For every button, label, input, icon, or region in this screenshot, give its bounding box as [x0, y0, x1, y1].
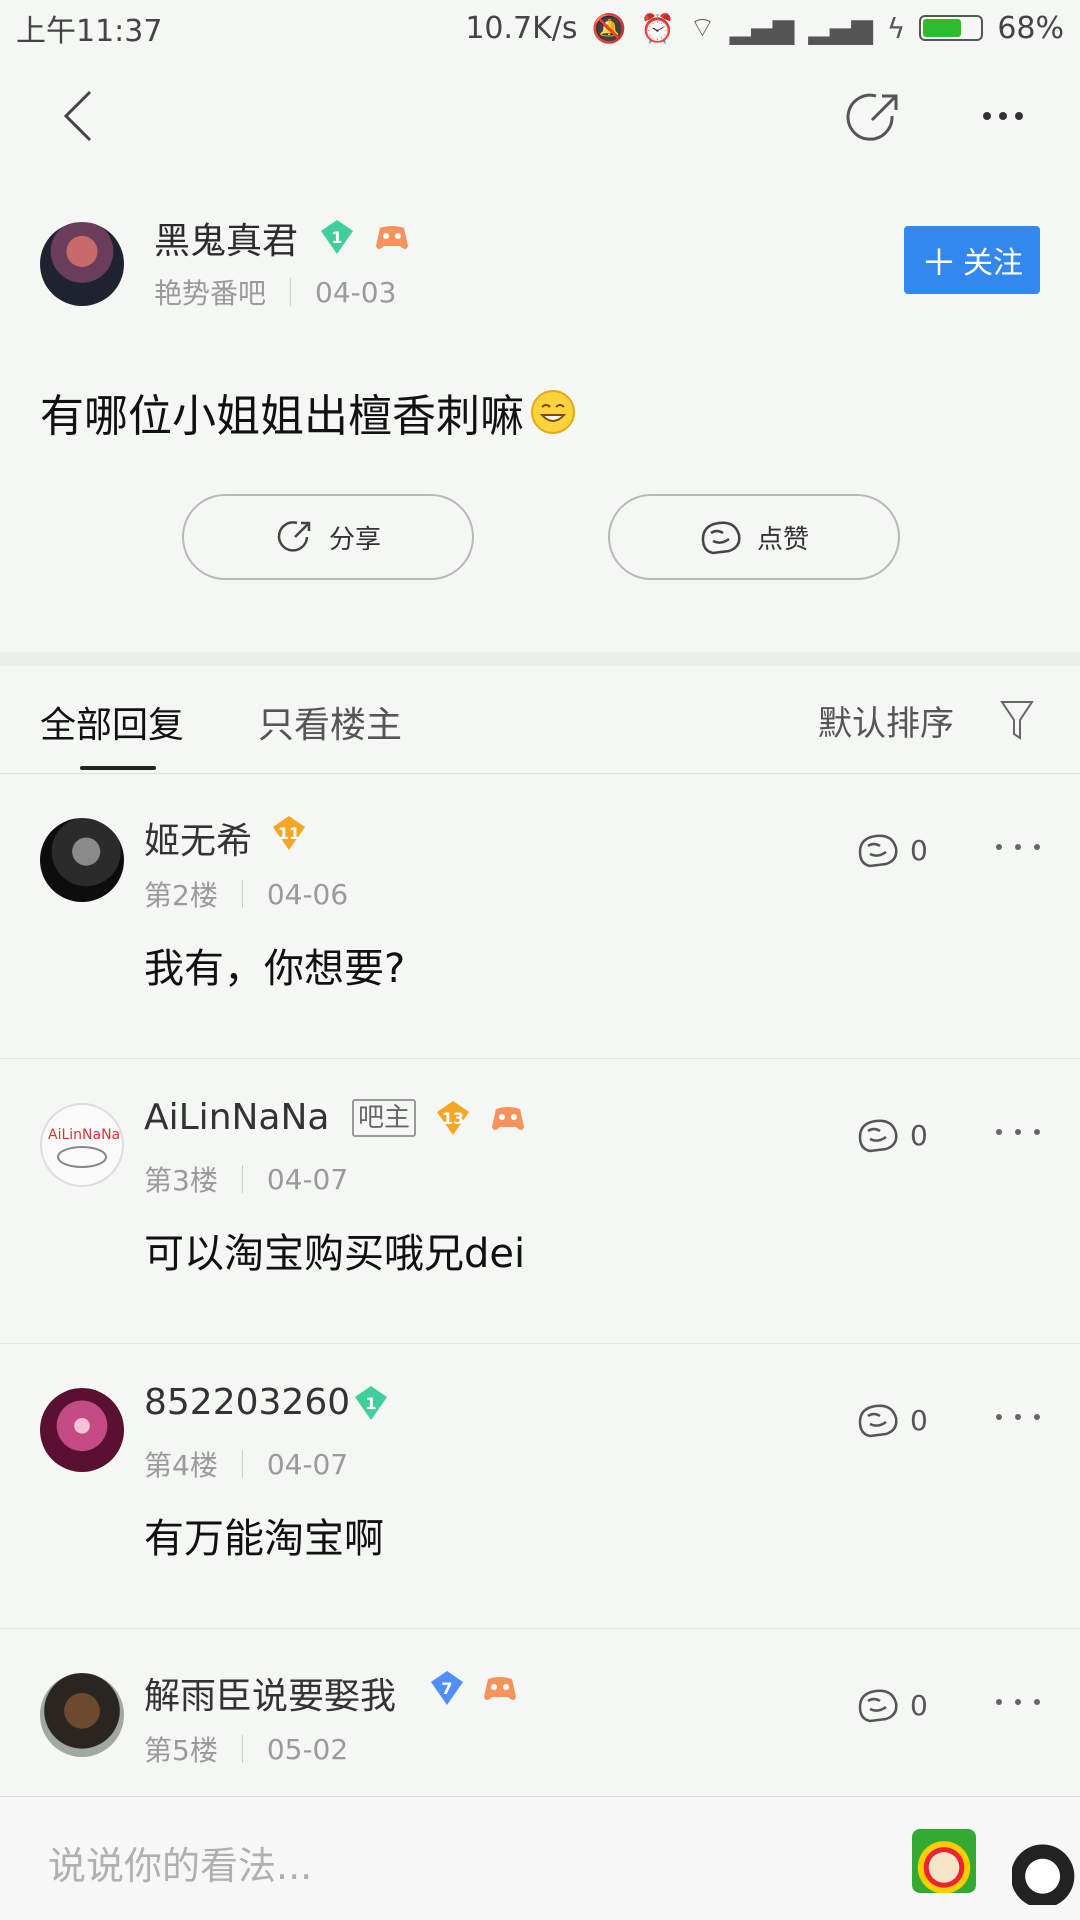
- gamepad-icon: [484, 1677, 516, 1700]
- follow-button[interactable]: ＋ 关注: [904, 226, 1040, 294]
- post-date: 04-03: [315, 275, 397, 309]
- status-bar: 上午11:37 10.7K/s 🔕 ⏰ ⌔ ▂▄▆ ▂▄▆ ϟ 68%: [0, 0, 1080, 56]
- level-badge: 1: [318, 218, 356, 256]
- reply-meta: 第5楼 05-02: [144, 1732, 349, 1768]
- reply-more-button[interactable]: [996, 1402, 1040, 1432]
- reply-avatar[interactable]: [40, 1388, 124, 1472]
- reply-item: 解雨臣说要娶我 7 第5楼 05-02 0: [0, 1629, 1080, 1796]
- more-options-button[interactable]: [968, 86, 1038, 146]
- status-time: 上午11:37: [16, 14, 163, 49]
- meme-emoji-icon[interactable]: [1012, 1833, 1080, 1905]
- mute-icon: 🔕: [591, 11, 627, 45]
- reply-like-button[interactable]: 0: [856, 1400, 928, 1440]
- op-username[interactable]: 黑鬼真君: [154, 212, 298, 264]
- svg-text:AiLinNaNa: AiLinNaNa: [48, 1127, 120, 1143]
- thumb-like-icon: [858, 1689, 898, 1723]
- reply-meta: 第4楼 04-07: [144, 1447, 349, 1483]
- like-count: 0: [910, 1118, 928, 1152]
- alarm-icon: ⏰: [640, 11, 676, 45]
- post-title: 有哪位小姐姐出檀香刺嘛: [40, 380, 576, 444]
- like-count: 0: [910, 1688, 928, 1722]
- sort-dropdown[interactable]: 默认排序: [818, 696, 954, 745]
- reply-username[interactable]: AiLinNaNa: [144, 1097, 329, 1138]
- filter-icon[interactable]: [1000, 700, 1034, 740]
- reply-like-button[interactable]: 0: [856, 830, 928, 870]
- level-badge: 13: [434, 1099, 472, 1137]
- reply-item: 852203260 1 第4楼 04-07 有万能淘宝啊 0: [0, 1344, 1080, 1629]
- top-navigation: [0, 56, 1080, 176]
- charging-icon: ϟ: [886, 11, 906, 45]
- like-count: 0: [910, 833, 928, 867]
- signal-icon-2: ▂▄▆: [808, 11, 873, 45]
- op-meta: 艳势番吧 04-03: [154, 272, 396, 312]
- smile-emoji-icon: [531, 390, 575, 434]
- status-icons: 10.7K/s 🔕 ⏰ ⌔ ▂▄▆ ▂▄▆ ϟ 68%: [465, 11, 1064, 46]
- section-divider: [0, 652, 1080, 666]
- battery-icon: [919, 15, 984, 41]
- share-icon: [277, 521, 311, 552]
- reply-more-button[interactable]: [996, 832, 1040, 862]
- reply-tabs: 全部回复 只看楼主 默认排序: [0, 666, 1080, 774]
- reply-item: AiLinNaNa AiLinNaNa 吧主 13 第3楼 04-07 可以淘宝购…: [0, 1059, 1080, 1344]
- forum-name[interactable]: 艳势番吧: [154, 272, 266, 312]
- reply-text: 可以淘宝购买哦兄dei: [144, 1231, 526, 1277]
- thumb-like-icon: [701, 521, 741, 555]
- tab-op-only[interactable]: 只看楼主: [258, 696, 402, 748]
- tab-all-replies[interactable]: 全部回复: [40, 696, 184, 748]
- op-avatar[interactable]: [40, 222, 124, 306]
- reply-more-button[interactable]: [996, 1687, 1040, 1717]
- gamepad-icon: [492, 1107, 524, 1130]
- reply-like-button[interactable]: 0: [856, 1115, 928, 1155]
- gamepad-icon: [376, 226, 408, 249]
- share-button[interactable]: [842, 86, 906, 150]
- share-pill-button[interactable]: 分享: [182, 494, 474, 580]
- thumb-like-icon: [858, 834, 898, 868]
- thumb-like-icon: [858, 1119, 898, 1153]
- level-badge: 7: [428, 1669, 466, 1707]
- reply-more-button[interactable]: [996, 1117, 1040, 1147]
- reply-meta: 第3楼 04-07: [144, 1162, 349, 1198]
- reply-text: 我有，你想要?: [144, 946, 406, 992]
- sticker-emoji-icon[interactable]: [912, 1829, 976, 1893]
- reply-item: 姬无希 11 第2楼 04-06 我有，你想要? 0: [0, 774, 1080, 1059]
- signal-icon: ▂▄▆: [729, 11, 795, 45]
- plus-icon: ＋: [920, 243, 957, 284]
- like-count: 0: [910, 1403, 928, 1437]
- reply-avatar[interactable]: AiLinNaNa: [40, 1103, 124, 1187]
- reply-avatar[interactable]: [40, 1673, 124, 1757]
- comment-input-bar: 说说你的看法...: [0, 1796, 1080, 1920]
- share-icon: [846, 93, 898, 141]
- wifi-icon: ⌔: [689, 10, 716, 44]
- like-pill-button[interactable]: 点赞: [608, 494, 900, 580]
- battery-percent: 68%: [997, 10, 1064, 46]
- back-button[interactable]: [52, 86, 112, 146]
- reply-username[interactable]: 姬无希: [144, 812, 252, 864]
- reply-like-button[interactable]: 0: [856, 1685, 928, 1725]
- network-speed: 10.7K/s: [465, 10, 578, 46]
- reply-meta: 第2楼 04-06: [144, 877, 349, 913]
- reply-text: 有万能淘宝啊: [144, 1516, 384, 1562]
- reply-username[interactable]: 852203260: [144, 1382, 350, 1423]
- back-arrow-icon: [63, 90, 92, 142]
- reply-username[interactable]: 解雨臣说要娶我: [144, 1667, 396, 1719]
- moderator-tag: 吧主: [352, 1099, 417, 1137]
- reply-avatar[interactable]: [40, 818, 124, 902]
- comment-input[interactable]: 说说你的看法...: [48, 1835, 312, 1890]
- level-badge: 1: [352, 1384, 390, 1422]
- thumb-like-icon: [858, 1404, 898, 1438]
- level-badge: 11: [270, 814, 308, 852]
- active-tab-indicator: [80, 766, 156, 770]
